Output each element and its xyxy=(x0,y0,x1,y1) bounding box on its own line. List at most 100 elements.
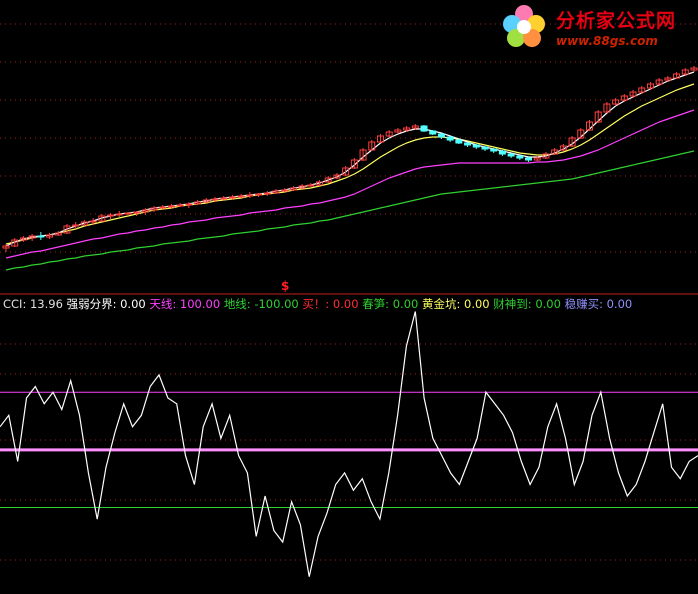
candle-body xyxy=(263,192,271,195)
candle-body xyxy=(237,195,245,198)
legend-value: 0.00 xyxy=(120,297,146,311)
candle xyxy=(577,128,585,139)
candle-body xyxy=(228,196,236,199)
candle xyxy=(472,144,480,149)
legend-value: 0.00 xyxy=(464,297,490,311)
candle-body xyxy=(115,213,123,216)
candle xyxy=(638,86,646,94)
legend-item: 地线: -100.00 xyxy=(224,297,299,311)
candle xyxy=(490,148,498,153)
candle-body xyxy=(525,157,533,161)
grid-lines xyxy=(0,23,698,561)
logo-text: 分析家公式网 xyxy=(556,10,677,32)
candle xyxy=(133,211,141,216)
legend-item: 稳赚买: 0.00 xyxy=(565,297,633,311)
ma-long-line xyxy=(5,109,695,259)
legend-value: 0.00 xyxy=(392,297,419,311)
legend-label: 买！: xyxy=(302,297,333,311)
candle xyxy=(263,191,271,196)
candle xyxy=(516,155,524,160)
candle xyxy=(298,184,306,189)
candle-body xyxy=(437,133,445,138)
candle-body xyxy=(255,193,263,196)
legend-item: 买！: 0.00 xyxy=(302,297,358,311)
candle xyxy=(272,189,280,194)
candle xyxy=(246,192,254,198)
candle-body xyxy=(107,214,115,217)
legend-item: 春笋: 0.00 xyxy=(362,297,418,311)
legend-label: 春笋: xyxy=(362,297,393,311)
candle-body xyxy=(211,198,219,201)
legend-item: 黄金坑: 0.00 xyxy=(422,297,490,311)
candle-body xyxy=(159,206,167,209)
candle-body xyxy=(133,211,141,214)
candle xyxy=(194,200,202,205)
legend-value: 0.00 xyxy=(606,297,633,311)
candle-body xyxy=(307,184,315,187)
indicator-legend: CCI: 13.96 强弱分界: 0.00 天线: 100.00 地线: -10… xyxy=(3,296,632,312)
candle xyxy=(585,120,593,131)
candle xyxy=(620,94,628,102)
legend-label: 财神到: xyxy=(493,297,536,311)
candle-body xyxy=(455,139,463,144)
candlesticks xyxy=(2,66,698,252)
candle xyxy=(376,134,384,143)
candle xyxy=(185,202,193,208)
candle xyxy=(594,110,602,123)
legend-value: 0.00 xyxy=(332,297,359,311)
legend-value: 100.00 xyxy=(179,297,221,311)
candle-body xyxy=(124,212,132,215)
candle-body xyxy=(176,204,184,207)
candle xyxy=(385,130,393,137)
candle-body xyxy=(516,155,524,159)
candle-body xyxy=(464,142,472,146)
candle xyxy=(176,203,184,207)
legend-value: 0.00 xyxy=(535,297,561,311)
candle xyxy=(420,125,428,132)
candle xyxy=(525,157,533,162)
candle xyxy=(368,140,376,151)
legend-item: CCI: 13.96 xyxy=(3,297,63,311)
candle-body xyxy=(498,150,506,155)
candle xyxy=(664,76,672,82)
flower-logo-icon xyxy=(503,5,545,47)
cci-line xyxy=(0,311,698,577)
candle-body xyxy=(89,220,97,223)
legend-label: CCI: xyxy=(3,297,30,311)
candle xyxy=(202,198,210,203)
candle-body xyxy=(246,194,254,197)
candle xyxy=(673,72,681,79)
signal-marker: $ xyxy=(281,279,290,293)
candle xyxy=(455,139,463,144)
candle-body xyxy=(72,224,80,227)
candle xyxy=(437,133,445,139)
candle xyxy=(28,234,36,241)
legend-label: 天线: xyxy=(149,297,180,311)
legend-label: 黄金坑: xyxy=(421,297,465,311)
candle-body xyxy=(220,197,228,200)
candle xyxy=(655,78,663,86)
candle xyxy=(237,194,245,198)
candle xyxy=(429,130,437,135)
candle xyxy=(629,90,637,98)
candle-body xyxy=(167,205,175,208)
candle xyxy=(646,82,654,90)
site-logo: 分析家公式网 www.88gs.com xyxy=(496,2,696,52)
candle xyxy=(115,211,123,217)
ma-mid-line xyxy=(5,83,695,245)
candle xyxy=(255,193,263,197)
candle xyxy=(107,213,115,219)
candle-body xyxy=(429,130,437,135)
candle-body xyxy=(472,144,480,148)
legend-label: 地线: xyxy=(223,297,255,311)
candle-body xyxy=(185,203,193,206)
moving-average-lines xyxy=(5,71,695,271)
candle xyxy=(481,146,489,151)
legend-value: 13.96 xyxy=(29,297,63,311)
candle xyxy=(507,153,515,158)
cci-panel xyxy=(0,311,698,577)
candle xyxy=(446,136,454,142)
candle-body xyxy=(37,235,45,238)
candle-body xyxy=(507,153,515,157)
legend-item: 强弱分界: 0.00 xyxy=(67,297,146,311)
